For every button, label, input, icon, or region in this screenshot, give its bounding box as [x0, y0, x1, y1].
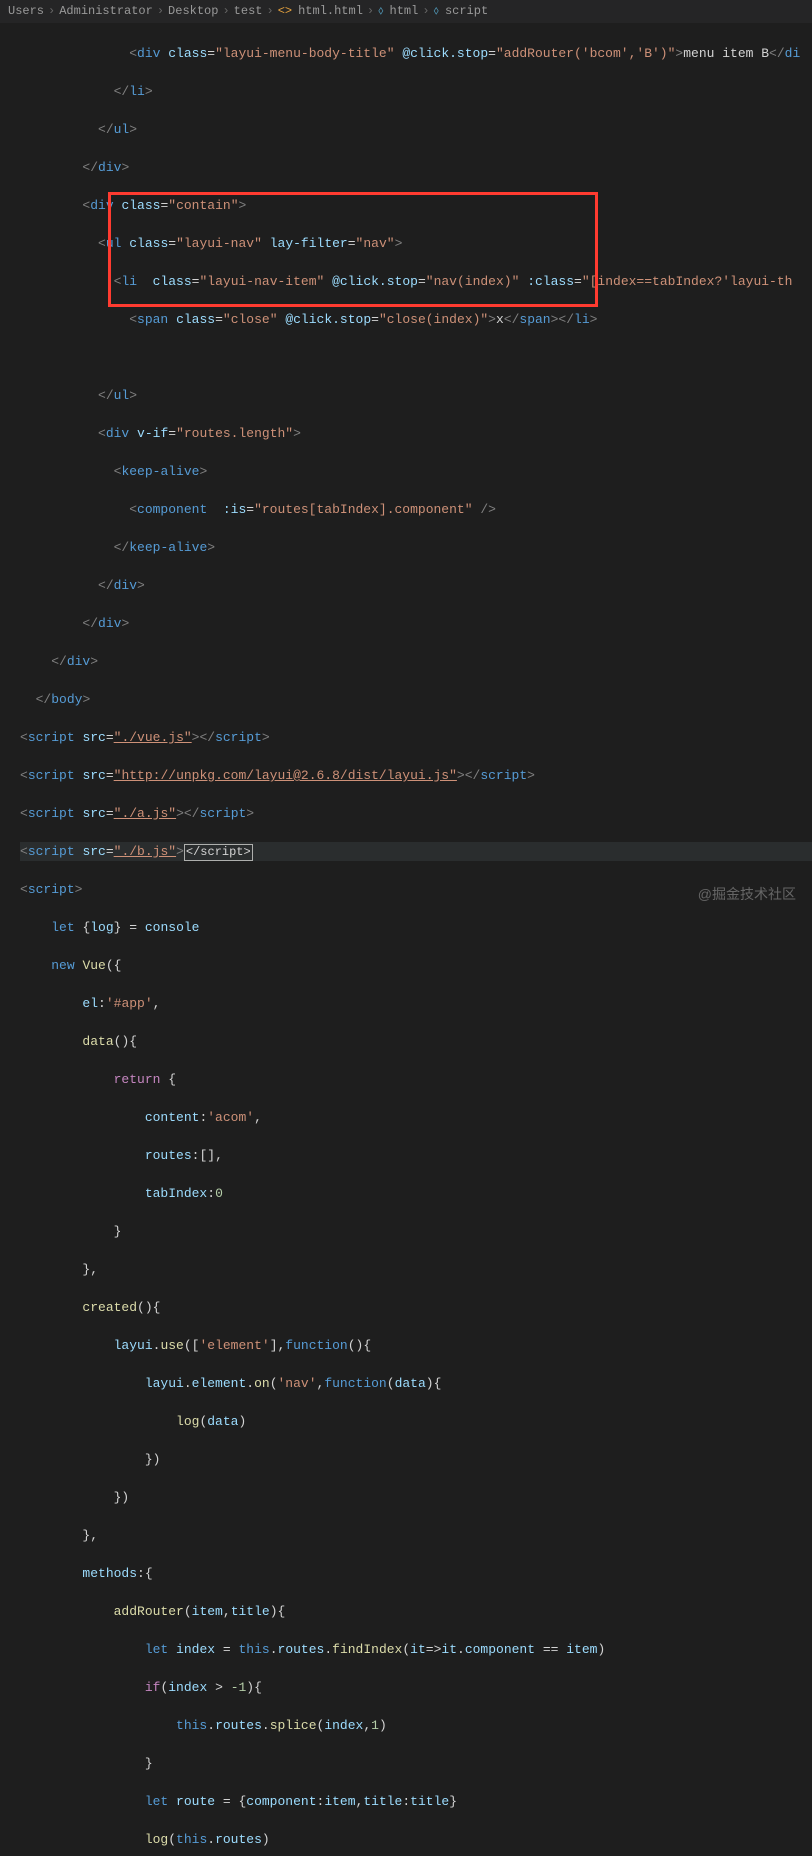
chevron-right-icon: ›: [157, 2, 164, 21]
symbol-icon: ⬨: [434, 2, 439, 21]
chevron-right-icon: ›: [367, 2, 374, 21]
symbol-icon: ⬨: [378, 2, 383, 21]
chevron-right-icon: ›: [48, 2, 55, 21]
breadcrumb-part[interactable]: html.html: [298, 2, 363, 21]
breadcrumb-bar[interactable]: Users › Administrator › Desktop › test ›…: [0, 0, 812, 23]
breadcrumb-part[interactable]: test: [234, 2, 263, 21]
breadcrumb-part[interactable]: html: [390, 2, 419, 21]
code-editor[interactable]: <div class="layui-menu-body-title" @clic…: [0, 23, 812, 1856]
breadcrumb-part[interactable]: Desktop: [168, 2, 218, 21]
chevron-right-icon: ›: [222, 2, 229, 21]
html-file-icon: <>: [278, 2, 292, 21]
chevron-right-icon: ›: [422, 2, 429, 21]
breadcrumb-part[interactable]: script: [445, 2, 488, 21]
watermark: @掘金技术社区: [698, 885, 796, 904]
breadcrumb-part[interactable]: Users: [8, 2, 44, 21]
breadcrumb-part[interactable]: Administrator: [59, 2, 153, 21]
chevron-right-icon: ›: [266, 2, 273, 21]
